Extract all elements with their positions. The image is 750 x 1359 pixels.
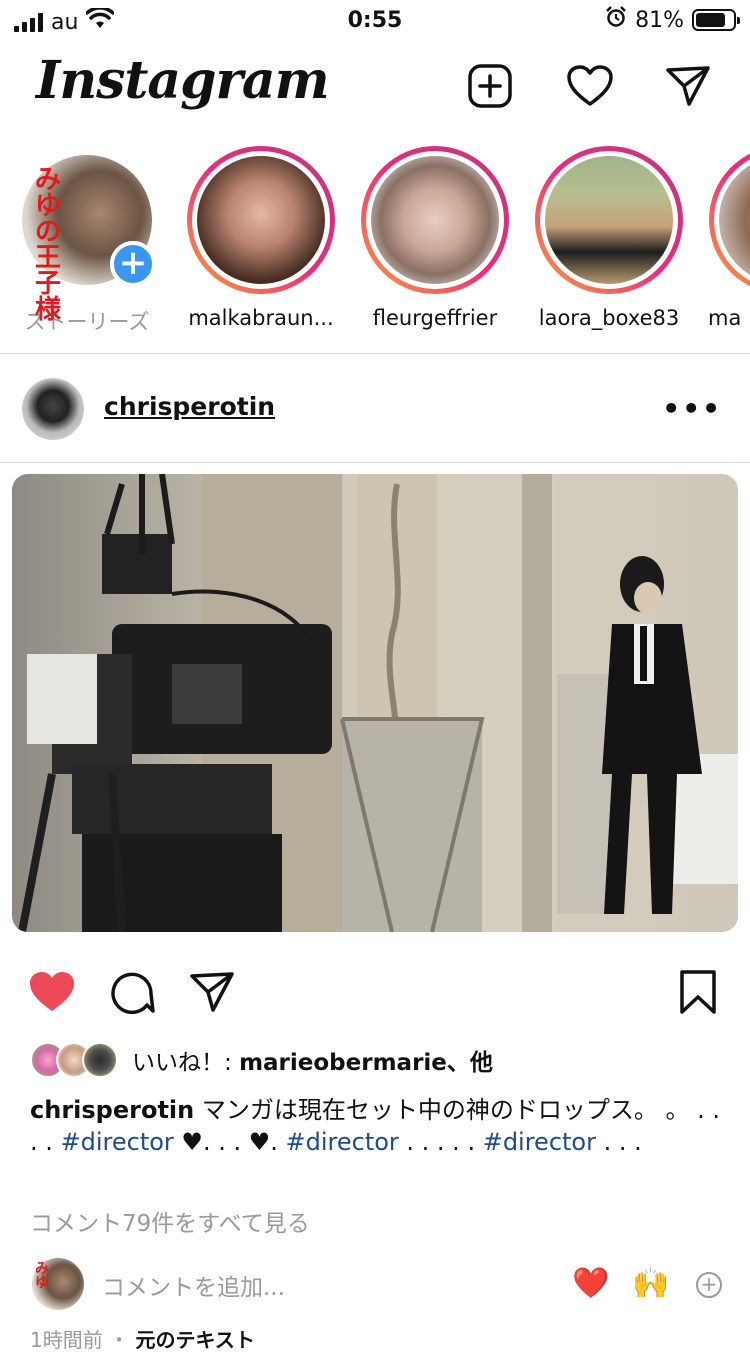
story-item[interactable]: malkabraun... — [186, 146, 336, 330]
story-label: ma — [708, 306, 742, 330]
caption-username[interactable]: chrisperotin — [30, 1096, 194, 1124]
like-filled-icon[interactable] — [26, 968, 78, 1016]
post-author-avatar[interactable] — [22, 378, 84, 440]
raised-hands-emoji-button[interactable]: 🙌 — [632, 1266, 669, 1301]
status-bar: au 0:55 81% — [0, 0, 750, 44]
avatar: みゆの王子様 + — [22, 155, 156, 323]
story-item[interactable]: ma — [708, 146, 750, 330]
see-original-link[interactable]: 元のテキスト — [135, 1328, 254, 1352]
hashtag-link[interactable]: #director — [483, 1128, 596, 1156]
alarm-icon — [605, 6, 627, 34]
post-caption: chrisperotin マンガは現在セット中の神のドロップス。 。 . . .… — [30, 1096, 721, 1156]
add-comment-row: みゆ コメントを追加... ❤️ 🙌 + — [0, 1258, 750, 1314]
post-image[interactable] — [12, 474, 738, 932]
battery-percent: 81% — [635, 7, 684, 33]
add-story-icon[interactable]: + — [110, 241, 156, 287]
story-avatar — [371, 156, 499, 284]
hashtag-link[interactable]: #director — [61, 1128, 174, 1156]
likes-summary[interactable]: いいね！: marieobermarie、他 — [30, 1040, 493, 1080]
story-label: malkabraun... — [188, 306, 334, 330]
avatar-badge-text: みゆの王子様 — [34, 165, 61, 325]
post-actions — [0, 960, 750, 1024]
comment-input[interactable]: コメントを追加... — [102, 1268, 285, 1302]
battery-icon — [692, 9, 740, 31]
hashtag-link[interactable]: #director — [286, 1128, 399, 1156]
story-item[interactable]: fleurgeffrier — [360, 146, 510, 330]
share-icon[interactable] — [186, 968, 238, 1016]
story-label: laora_boxe83 — [538, 306, 680, 330]
instagram-logo: Instagram — [36, 50, 330, 111]
current-user-avatar: みゆ — [32, 1258, 84, 1310]
story-avatar — [197, 156, 325, 284]
story-avatar — [545, 156, 673, 284]
avatar — [82, 1042, 118, 1078]
view-all-comments-link[interactable]: コメント79件をすべて見る — [30, 1204, 310, 1238]
comment-icon[interactable] — [106, 968, 158, 1016]
app-header: Instagram — [0, 44, 750, 138]
post-header: chrisperotin ••• — [0, 354, 750, 462]
stories-tray: みゆの王子様 + ストーリーズ malkabraun... fleurgeffr… — [0, 140, 750, 352]
more-options-icon[interactable]: ••• — [662, 392, 722, 425]
post-timestamp: 1時間前 — [30, 1328, 103, 1352]
direct-message-icon[interactable] — [664, 62, 712, 110]
heart-emoji-button[interactable]: ❤️ — [572, 1266, 609, 1301]
likes-text: いいね！: marieobermarie、他 — [132, 1050, 493, 1076]
bookmark-icon[interactable] — [672, 968, 724, 1016]
add-emoji-icon[interactable]: + — [696, 1272, 722, 1298]
story-label: fleurgeffrier — [372, 306, 498, 330]
story-own[interactable]: みゆの王子様 + ストーリーズ — [12, 146, 162, 336]
heart-icon[interactable] — [566, 62, 614, 110]
liker-username[interactable]: marieobermarie — [239, 1050, 447, 1076]
divider — [0, 462, 750, 463]
liker-avatars — [30, 1042, 118, 1078]
new-post-icon[interactable] — [466, 62, 514, 110]
post-author-username[interactable]: chrisperotin — [104, 392, 275, 421]
story-item[interactable]: laora_boxe83 — [534, 146, 684, 330]
post-meta: 1時間前 ・ 元のテキスト — [30, 1328, 255, 1352]
story-avatar — [719, 156, 750, 284]
